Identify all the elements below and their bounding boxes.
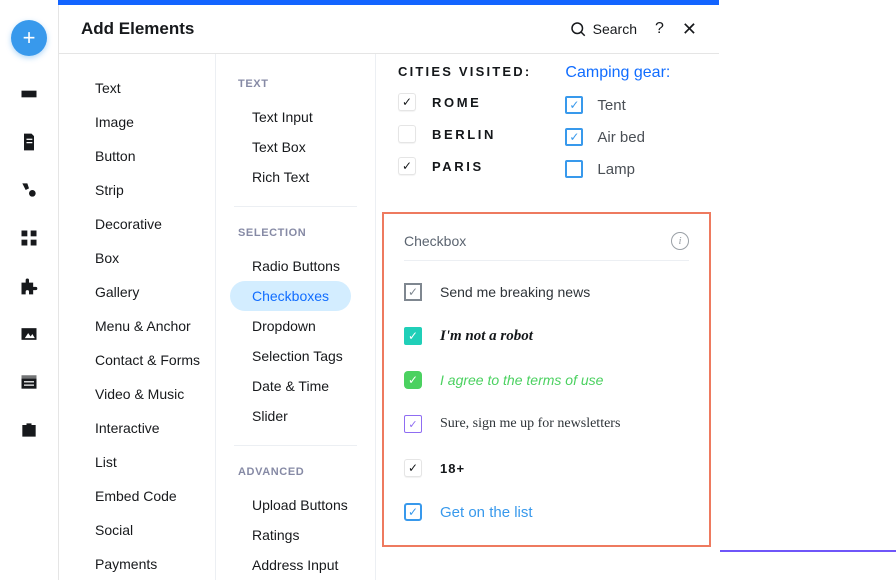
- checkbox-sample-label: 18+: [440, 461, 465, 476]
- camping-row[interactable]: Lamp: [565, 160, 670, 178]
- camping-group[interactable]: Camping gear: ✓ Tent ✓ Air bed Lamp: [565, 64, 670, 192]
- category-item-strip[interactable]: Strip: [73, 174, 146, 206]
- subgroup-heading: Text: [216, 72, 375, 102]
- category-item-list[interactable]: List: [73, 446, 139, 478]
- category-item-image[interactable]: Image: [73, 106, 156, 138]
- category-item-payments[interactable]: Payments: [73, 548, 179, 580]
- panel-body: TextImageButtonStripDecorativeBoxGallery…: [59, 54, 719, 580]
- checkbox-sample-label: I'm not a robot: [440, 328, 533, 345]
- close-icon[interactable]: ✕: [682, 19, 697, 40]
- variants-header: Checkbox i: [404, 232, 689, 261]
- category-item-box[interactable]: Box: [73, 242, 141, 274]
- checkbox-icon: ✓: [398, 93, 416, 111]
- checkbox-icon: [398, 125, 416, 143]
- styles-icon[interactable]: [19, 180, 39, 200]
- checkbox-sample[interactable]: ✓ I'm not a robot: [404, 327, 689, 345]
- checkbox-sample-label: Get on the list: [440, 504, 533, 521]
- category-item-social[interactable]: Social: [73, 514, 155, 546]
- category-item-button[interactable]: Button: [73, 140, 157, 172]
- city-row[interactable]: ✓ Rome: [398, 93, 531, 111]
- camping-row[interactable]: ✓ Tent: [565, 96, 670, 114]
- checkbox-sample[interactable]: ✓ I agree to the terms of use: [404, 371, 689, 389]
- camping-label: Tent: [597, 97, 625, 114]
- preview-column: Cities visited: ✓ Rome Berlin ✓ Paris Campin…: [376, 54, 719, 580]
- cities-heading: Cities visited:: [398, 64, 531, 79]
- checkbox-icon: ✓: [404, 459, 422, 477]
- panel-title: Add Elements: [81, 19, 194, 39]
- puzzle-icon[interactable]: [19, 276, 39, 296]
- media-icon[interactable]: [19, 324, 39, 344]
- checkbox-sample-label: Send me breaking news: [440, 284, 590, 300]
- search-button[interactable]: Search: [569, 20, 637, 38]
- sub-item-text-box[interactable]: Text Box: [230, 132, 328, 162]
- category-item-text[interactable]: Text: [73, 72, 143, 104]
- checkbox-sample-label: I agree to the terms of use: [440, 372, 603, 388]
- sub-item-slider[interactable]: Slider: [230, 401, 310, 431]
- city-row[interactable]: ✓ Paris: [398, 157, 531, 175]
- data-icon[interactable]: [19, 372, 39, 392]
- camping-label: Lamp: [597, 161, 635, 178]
- preview-examples-top: Cities visited: ✓ Rome Berlin ✓ Paris Campin…: [376, 64, 719, 212]
- panel-header: Add Elements Search ? ✕: [59, 5, 719, 54]
- camping-row[interactable]: ✓ Air bed: [565, 128, 670, 146]
- sub-item-checkboxes[interactable]: Checkboxes: [230, 281, 351, 311]
- canvas-guide-line: [720, 550, 896, 552]
- sub-item-date-time[interactable]: Date & Time: [230, 371, 351, 401]
- checkbox-icon: ✓: [404, 327, 422, 345]
- apps-icon[interactable]: [19, 228, 39, 248]
- checkbox-icon: ✓: [565, 96, 583, 114]
- checkbox-sample[interactable]: ✓ Sure, sign me up for newsletters: [404, 415, 689, 433]
- subgroup-heading: Advanced: [216, 460, 375, 490]
- search-label: Search: [593, 21, 637, 37]
- sub-item-ratings[interactable]: Ratings: [230, 520, 321, 550]
- checkbox-icon: ✓: [404, 371, 422, 389]
- sub-item-text-input[interactable]: Text Input: [230, 102, 335, 132]
- sub-item-radio-buttons[interactable]: Radio Buttons: [230, 251, 362, 281]
- checkbox-icon: ✓: [404, 283, 422, 301]
- checkbox-sample-label: Sure, sign me up for newsletters: [440, 416, 620, 432]
- category-item-gallery[interactable]: Gallery: [73, 276, 161, 308]
- category-item-menu-anchor[interactable]: Menu & Anchor: [73, 310, 213, 342]
- category-item-video-music[interactable]: Video & Music: [73, 378, 206, 410]
- sub-item-rich-text[interactable]: Rich Text: [230, 162, 331, 192]
- city-label: Berlin: [432, 127, 496, 142]
- sub-item-dropdown[interactable]: Dropdown: [230, 311, 338, 341]
- city-label: Paris: [432, 159, 484, 174]
- checkbox-variants-box: Checkbox i ✓ Send me breaking news ✓ I'm no…: [382, 212, 711, 547]
- sub-item-selection-tags[interactable]: Selection Tags: [230, 341, 365, 371]
- help-icon[interactable]: ?: [655, 20, 664, 38]
- category-item-embed-code[interactable]: Embed Code: [73, 480, 199, 512]
- checkbox-sample[interactable]: ✓ Get on the list: [404, 503, 689, 521]
- checkbox-icon: ✓: [565, 128, 583, 146]
- checkbox-sample[interactable]: ✓ Send me breaking news: [404, 283, 689, 301]
- add-elements-panel: Add Elements Search ? ✕ TextImageButtonS…: [58, 5, 719, 580]
- city-row[interactable]: Berlin: [398, 125, 531, 143]
- variants-title: Checkbox: [404, 233, 466, 249]
- category-item-contact-forms[interactable]: Contact & Forms: [73, 344, 216, 376]
- page-icon[interactable]: [19, 132, 39, 152]
- checkbox-icon: [565, 160, 583, 178]
- checkbox-icon: ✓: [404, 503, 422, 521]
- subgroup-heading: Selection: [216, 221, 375, 251]
- checkbox-sample[interactable]: ✓ 18+: [404, 459, 689, 477]
- left-rail: +: [0, 0, 58, 580]
- subcategory-list: TextText InputText BoxRich Text Selection…: [216, 54, 376, 580]
- category-list: TextImageButtonStripDecorativeBoxGallery…: [59, 54, 216, 580]
- city-label: Rome: [432, 95, 481, 110]
- category-item-decorative[interactable]: Decorative: [73, 208, 184, 240]
- cities-group[interactable]: Cities visited: ✓ Rome Berlin ✓ Paris: [398, 64, 531, 192]
- info-icon[interactable]: i: [671, 232, 689, 250]
- category-item-interactive[interactable]: Interactive: [73, 412, 182, 444]
- business-icon[interactable]: [19, 420, 39, 440]
- sub-item-address-input[interactable]: Address Input: [230, 550, 360, 580]
- sub-item-upload-buttons[interactable]: Upload Buttons: [230, 490, 370, 520]
- camping-heading: Camping gear:: [565, 64, 670, 82]
- canvas-gap: [719, 0, 896, 580]
- section-icon[interactable]: [19, 84, 39, 104]
- checkbox-icon: ✓: [404, 415, 422, 433]
- checkbox-icon: ✓: [398, 157, 416, 175]
- add-button[interactable]: +: [11, 20, 47, 56]
- camping-label: Air bed: [597, 129, 645, 146]
